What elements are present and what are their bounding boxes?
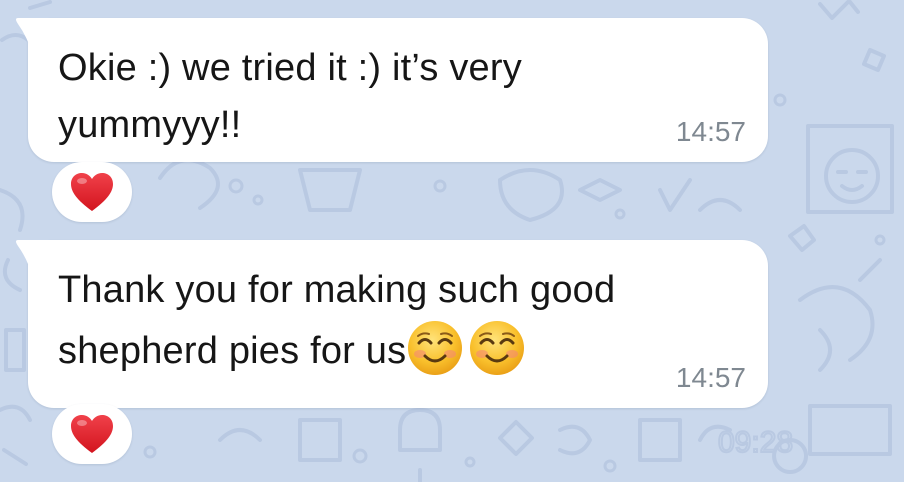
- message-text: Thank you for making such good shepherd …: [58, 262, 658, 380]
- heart-icon: [71, 415, 113, 453]
- bubble-tail: [16, 240, 54, 276]
- reaction-badge[interactable]: [52, 404, 132, 464]
- message-text: Okie :) we tried it :) it’s very yummyyy…: [58, 47, 522, 146]
- message-timestamp: 14:57: [675, 362, 746, 393]
- message-text-content: Thank you for making such good shepherd …: [58, 269, 616, 372]
- wallpaper-doodle-text: 09:28: [718, 426, 793, 459]
- emoji-group: [406, 321, 526, 375]
- reaction-badge[interactable]: [52, 162, 132, 222]
- smiling-face-with-smiling-eyes-icon: [408, 321, 463, 375]
- smiling-face-with-smiling-eyes-icon: [470, 321, 525, 375]
- message-bubble[interactable]: Okie :) we tried it :) it’s very yummyyy…: [16, 18, 768, 162]
- message-timestamp: 14:57: [675, 116, 746, 147]
- heart-icon: [71, 173, 113, 211]
- bubble-tail: [16, 18, 54, 54]
- message-bubble[interactable]: Thank you for making such good shepherd …: [16, 240, 768, 408]
